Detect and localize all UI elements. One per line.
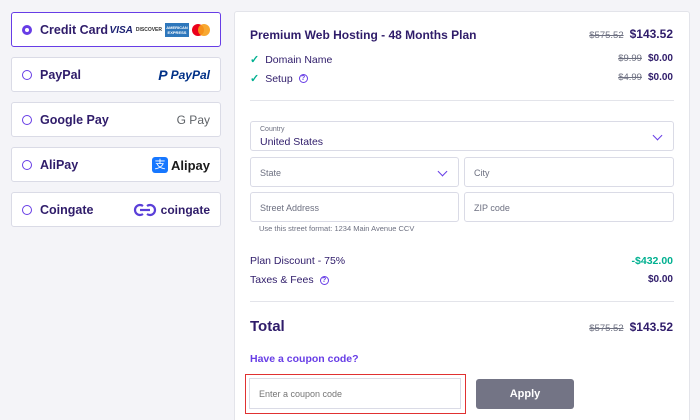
feature-setup-price: $4.99 $0.00: [618, 72, 673, 83]
total-price: $575.52 $143.52: [589, 320, 673, 334]
payment-method-paypal[interactable]: PayPal P PayPal: [11, 57, 221, 92]
plan-discount-value: -$432.00: [631, 255, 673, 267]
coupon-highlight: [245, 374, 466, 414]
alipay-icon: 支: [151, 157, 168, 173]
plan-price: $575.52 $143.52: [589, 27, 673, 41]
plan-discount-label: Plan Discount - 75%: [250, 255, 346, 267]
payment-method-coingate[interactable]: Coingate coingate: [11, 192, 221, 227]
amex-logo: AMERICAN EXPRESS: [165, 23, 189, 37]
divider: [250, 100, 674, 101]
radio[interactable]: [22, 70, 32, 80]
feature-setup: ✓ Setup ?: [250, 72, 308, 85]
paypal-icon: P: [158, 67, 168, 83]
plan-title: Premium Web Hosting - 48 Months Plan: [250, 28, 477, 42]
google-pay-logo: G Pay: [176, 113, 210, 127]
coingate-icon: [133, 203, 156, 217]
payment-method-alipay[interactable]: AliPay 支 Alipay: [11, 147, 221, 182]
coupon-input[interactable]: [249, 378, 461, 409]
taxes-fees: Taxes & Fees ?: [250, 274, 329, 286]
paypal-logo: P PayPal: [158, 67, 210, 83]
payment-method-google-pay[interactable]: Google Pay G Pay: [11, 102, 221, 137]
radio[interactable]: [22, 115, 32, 125]
total-label: Total: [250, 318, 285, 335]
alipay-logo: 支 Alipay: [151, 156, 210, 174]
radio[interactable]: [22, 205, 32, 215]
street-hint: Use this street format: 1234 Main Avenue…: [259, 224, 415, 233]
coupon-link[interactable]: Have a coupon code?: [250, 353, 359, 365]
discover-logo: DISCOVER: [135, 27, 162, 33]
radio[interactable]: [22, 160, 32, 170]
taxes-fees-value: $0.00: [647, 274, 673, 285]
check-icon: ✓: [250, 73, 260, 85]
help-icon[interactable]: ?: [298, 74, 308, 83]
feature-domain-price: $9.99 $0.00: [618, 53, 673, 64]
visa-logo: VISA: [109, 24, 133, 36]
apply-button[interactable]: Apply: [476, 379, 574, 409]
state-select[interactable]: State: [250, 157, 459, 187]
coingate-logo: coingate: [132, 201, 210, 219]
help-icon[interactable]: ?: [319, 275, 329, 285]
payment-method-credit-card[interactable]: Credit Card VISA DISCOVER AMERICAN EXPRE…: [11, 12, 221, 47]
chevron-down-icon: [437, 166, 448, 177]
city-input[interactable]: City: [464, 157, 674, 187]
chevron-down-icon: [652, 130, 663, 141]
zip-code-input[interactable]: ZIP code: [464, 192, 674, 222]
mastercard-icon: [192, 24, 210, 36]
divider: [250, 301, 674, 302]
check-icon: ✓: [250, 54, 260, 66]
card-logos: VISA DISCOVER AMERICAN EXPRESS: [110, 21, 210, 39]
feature-domain-name: ✓ Domain Name: [250, 53, 333, 67]
order-summary-panel: Premium Web Hosting - 48 Months Plan $57…: [234, 11, 690, 420]
country-select[interactable]: Country United States: [250, 121, 674, 151]
radio-selected[interactable]: [22, 25, 32, 35]
street-address-input[interactable]: Street Address: [250, 192, 459, 222]
